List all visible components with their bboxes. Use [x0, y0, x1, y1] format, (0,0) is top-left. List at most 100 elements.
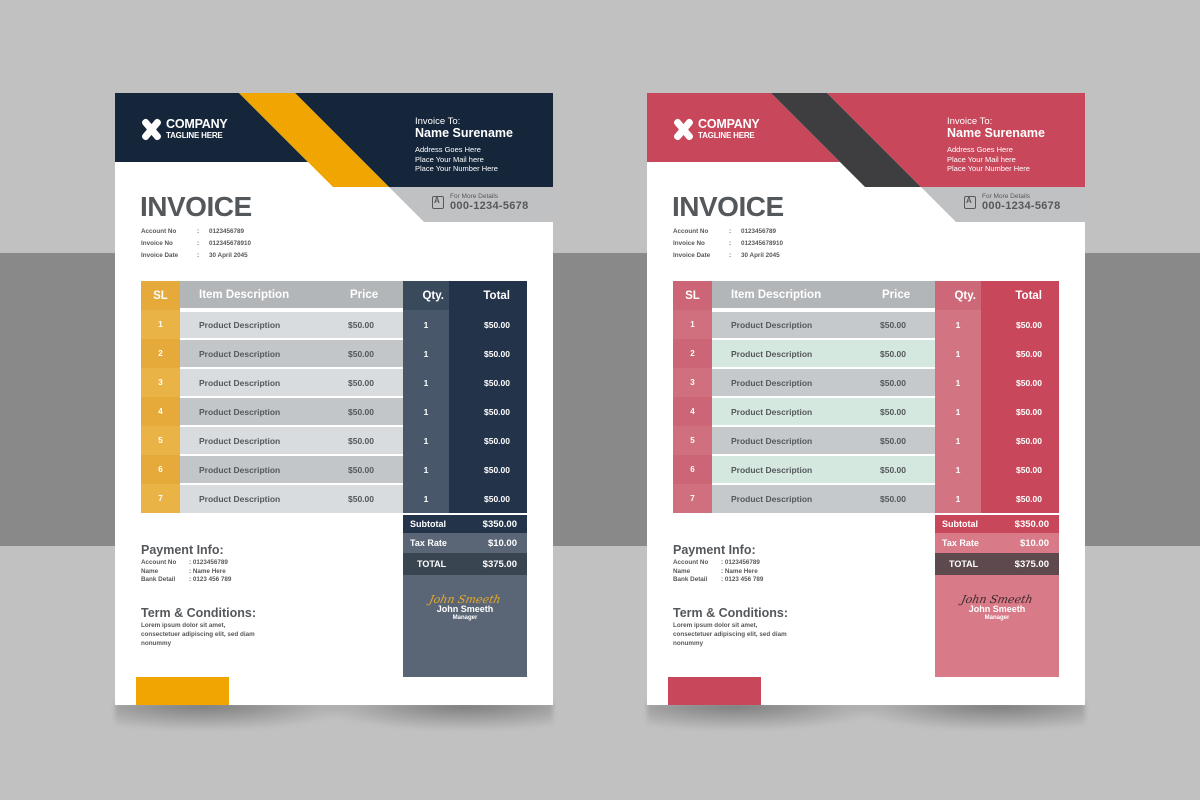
terms-text: Lorem ipsum dolor sit amet, consectetuer… — [141, 622, 255, 647]
client-name: Name Surename — [947, 126, 1045, 141]
table-row: 4 Product Description $50.00 1 $50.00 — [673, 396, 1059, 426]
col-header-sl: SL — [673, 281, 712, 310]
payment-row: Bank Detail : 0123 456 789 — [673, 576, 763, 585]
cell-price: $50.00 — [322, 454, 403, 484]
tax-label: Tax Rate — [942, 538, 979, 548]
payment-row: Name : Name Here — [141, 568, 231, 577]
cell-description: Product Description — [180, 425, 322, 455]
payment-value: : 0123 456 789 — [721, 576, 764, 583]
table-row: 5 Product Description $50.00 1 $50.00 — [141, 425, 527, 455]
meta-label: Invoice Date — [141, 251, 179, 259]
subtotal-label: Subtotal — [410, 519, 446, 529]
cell-qty: 1 — [935, 368, 981, 397]
company-tagline: TAGLINE HERE — [698, 130, 755, 140]
cell-qty: 1 — [935, 339, 981, 368]
tax-row: Tax Rate $10.00 — [935, 533, 1059, 553]
tax-label: Tax Rate — [410, 538, 447, 548]
cell-description: Product Description — [712, 396, 854, 426]
contact-card-icon — [964, 196, 976, 210]
total-row: TOTAL $375.00 — [935, 553, 1059, 575]
cell-sl: 5 — [673, 426, 712, 455]
signatory-name: John Smeeth — [436, 604, 494, 614]
cell-total: $50.00 — [981, 426, 1059, 455]
invoice-page-red-charcoal: COMPANY TAGLINE HERE Invoice To: Name Su… — [647, 93, 1085, 705]
meta-value: 0123456789 — [209, 227, 245, 235]
meta-separator: : — [729, 227, 732, 235]
table-row: 7 Product Description $50.00 1 $50.00 — [673, 483, 1059, 513]
table-row: 1 Product Description $50.00 1 $50.00 — [673, 308, 1059, 339]
payment-label: Bank Detail — [673, 576, 708, 583]
table-row: 6 Product Description $50.00 1 $50.00 — [673, 454, 1059, 484]
cell-price: $50.00 — [322, 367, 403, 397]
payment-label: Bank Detail — [141, 576, 176, 583]
cell-qty: 1 — [935, 310, 981, 339]
payment-label: Name — [141, 567, 159, 575]
table-header-row: SL Item Description Price Qty. Total — [141, 281, 527, 310]
payment-heading: Payment Info: — [141, 543, 224, 557]
cell-sl: 5 — [141, 426, 180, 455]
page-shadow — [647, 703, 1085, 743]
contact-number: 000-1234-5678 — [982, 199, 1061, 212]
invoice-page-navy-yellow: COMPANY TAGLINE HERE Invoice To: Name Su… — [115, 93, 553, 705]
col-header-qty: Qty. — [935, 281, 981, 310]
subtotal-label: Subtotal — [942, 519, 978, 529]
cell-qty: 1 — [935, 397, 981, 426]
table-row: 6 Product Description $50.00 1 $50.00 — [141, 454, 527, 484]
terms-text: Lorem ipsum dolor sit amet, consectetuer… — [673, 622, 787, 647]
table-row: 5 Product Description $50.00 1 $50.00 — [673, 425, 1059, 455]
client-number: Place Your Number Here — [947, 163, 1030, 173]
cell-qty: 1 — [935, 426, 981, 455]
meta-separator: : — [197, 239, 200, 247]
invoice-to: Invoice To: Name Surename Address Goes H… — [947, 116, 1045, 173]
company-name: COMPANY — [166, 117, 228, 132]
col-header-description: Item Description — [180, 281, 322, 310]
cell-total: $50.00 — [981, 455, 1059, 484]
payment-value: : Name Here — [721, 567, 758, 575]
table-row: 2 Product Description $50.00 1 $50.00 — [141, 338, 527, 368]
table-row: 3 Product Description $50.00 1 $50.00 — [141, 367, 527, 397]
cell-price: $50.00 — [322, 338, 403, 368]
cell-total: $50.00 — [981, 484, 1059, 513]
meta-label: Invoice No — [673, 239, 705, 247]
payment-label: Account No — [673, 559, 709, 566]
invoice-title: INVOICE — [672, 191, 784, 222]
col-header-total: Total — [981, 281, 1059, 310]
cell-price: $50.00 — [854, 396, 935, 426]
cell-qty: 1 — [403, 455, 449, 484]
tax-row: Tax Rate $10.00 — [403, 533, 527, 553]
table-header-row: SL Item Description Price Qty. Total — [673, 281, 1059, 310]
payment-row: Account No : 0123456789 — [141, 559, 231, 568]
logo-x-icon — [673, 118, 693, 140]
cell-total: $50.00 — [449, 397, 527, 426]
company-logo: COMPANY TAGLINE HERE — [141, 118, 228, 140]
signature-block: John Smeeth John Smeeth Manager — [935, 575, 1059, 677]
cell-total: $50.00 — [981, 310, 1059, 339]
invoice-meta: Account No : 0123456789 Invoice No : 012… — [673, 225, 783, 261]
cell-description: Product Description — [180, 483, 322, 513]
cell-total: $50.00 — [449, 484, 527, 513]
col-header-total: Total — [449, 281, 527, 310]
company-logo: COMPANY TAGLINE HERE — [673, 118, 760, 140]
cell-sl: 1 — [141, 310, 180, 339]
cell-total: $50.00 — [981, 397, 1059, 426]
cell-total: $50.00 — [449, 339, 527, 368]
col-header-description: Item Description — [712, 281, 854, 310]
cell-sl: 2 — [141, 339, 180, 368]
company-tagline: TAGLINE HERE — [166, 130, 223, 140]
meta-separator: : — [197, 227, 200, 235]
items-table: SL Item Description Price Qty. Total 1 P… — [673, 281, 1059, 513]
meta-separator: : — [729, 251, 732, 259]
cell-sl: 2 — [673, 339, 712, 368]
tax-value: $10.00 — [1019, 537, 1049, 549]
meta-separator: : — [197, 251, 200, 259]
totals-summary: Subtotal $350.00 Tax Rate $10.00 TOTAL $… — [403, 515, 527, 677]
cell-description: Product Description — [712, 425, 854, 455]
meta-label: Account No — [141, 227, 177, 235]
cell-qty: 1 — [403, 484, 449, 513]
cell-description: Product Description — [180, 308, 322, 339]
totals-summary: Subtotal $350.00 Tax Rate $10.00 TOTAL $… — [935, 515, 1059, 677]
cell-qty: 1 — [935, 484, 981, 513]
cell-price: $50.00 — [322, 396, 403, 426]
payment-value: : 0123 456 789 — [189, 576, 232, 583]
meta-value: 012345678910 — [209, 239, 252, 247]
